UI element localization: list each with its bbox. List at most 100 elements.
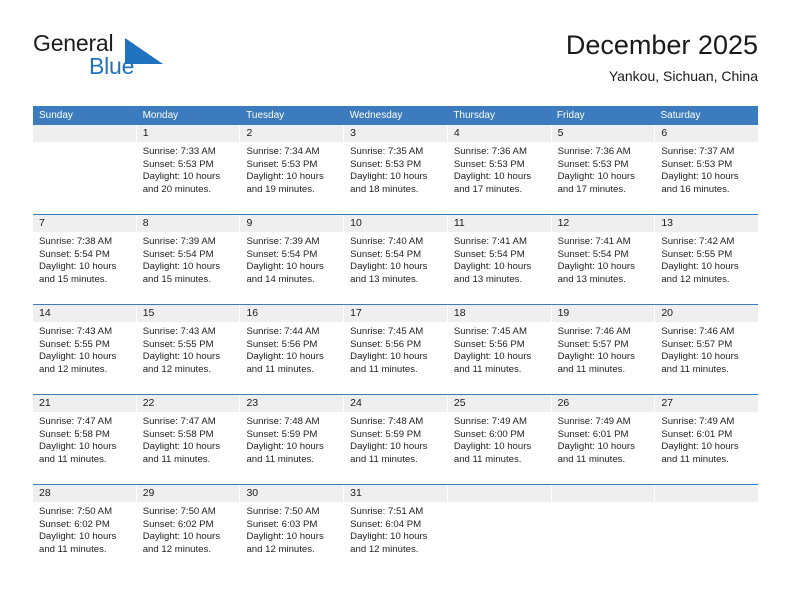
- daylight-text: Daylight: 10 hours: [453, 351, 532, 363]
- calendar-day-cell-10[interactable]: 10 Sunrise: 7:40 AM Sunset: 5:54 PM Dayligh…: [344, 215, 448, 304]
- daylight-text: Daylight: 10 hours: [39, 351, 117, 363]
- sunset-text: Sunset: 5:56 PM: [453, 338, 525, 350]
- day-details: Sunrise: 7:46 AM Sunset: 5:57 PM Daylight:…: [655, 322, 759, 394]
- daylight-text: Daylight: 10 hours: [350, 531, 428, 543]
- daylight-text: and 20 minutes.: [142, 183, 211, 195]
- sunrise-text: Sunrise: 7:34 AM: [246, 146, 320, 157]
- sunrise-text: Sunrise: 7:47 AM: [39, 416, 113, 427]
- calendar-day-cell-25[interactable]: 25 Sunrise: 7:49 AM Sunset: 6:00 PM Dayligh…: [447, 395, 552, 484]
- daylight-text: Daylight: 10 hours: [246, 171, 324, 183]
- day-details: Sunrise: 7:42 AM Sunset: 5:55 PM Daylight:…: [655, 232, 759, 304]
- daylight-text: Daylight: 10 hours: [661, 261, 739, 273]
- general-blue-logo[interactable]: General Blue: [33, 32, 273, 94]
- daylight-text: Daylight: 10 hours: [246, 531, 324, 543]
- daylight-text: Daylight: 10 hours: [453, 261, 532, 273]
- calendar-day-cell-14[interactable]: 14 Sunrise: 7:43 AM Sunset: 5:55 PM Dayligh…: [33, 305, 137, 394]
- calendar-day-cell-7[interactable]: 7 Sunrise: 7:38 AM Sunset: 5:54 PM Daylight…: [33, 215, 137, 304]
- sunrise-text: Sunrise: 7:35 AM: [350, 146, 424, 157]
- day-details: Sunrise: 7:36 AM Sunset: 5:53 PM Daylight:…: [551, 142, 655, 214]
- sunset-text: Sunset: 5:54 PM: [557, 248, 629, 260]
- day-number: 11: [447, 215, 551, 232]
- daylight-text: Daylight: 10 hours: [246, 441, 324, 453]
- sunset-text: Sunset: 5:56 PM: [246, 338, 318, 350]
- calendar-day-cell-empty: [551, 485, 656, 574]
- day-number: 30: [240, 485, 344, 502]
- calendar-day-cell-18[interactable]: 18 Sunrise: 7:45 AM Sunset: 5:56 PM Dayligh…: [447, 305, 552, 394]
- sunset-text: Sunset: 5:53 PM: [142, 158, 214, 170]
- weekday-header-row: Sunday Monday Tuesday Wednesday Thursday Frid…: [33, 106, 758, 125]
- daylight-text: and 17 minutes.: [557, 183, 626, 195]
- calendar-day-cell-29[interactable]: 29 Sunrise: 7:50 AM Sunset: 6:02 PM Dayligh…: [136, 485, 241, 574]
- sunset-text: Sunset: 6:04 PM: [350, 518, 422, 530]
- calendar-day-cell-24[interactable]: 24 Sunrise: 7:48 AM Sunset: 5:59 PM Dayligh…: [344, 395, 448, 484]
- day-details: Sunrise: 7:38 AM Sunset: 5:54 PM Daylight:…: [33, 232, 136, 304]
- calendar-day-cell-31[interactable]: 31 Sunrise: 7:51 AM Sunset: 6:04 PM Dayligh…: [344, 485, 448, 574]
- calendar-day-cell-11[interactable]: 11 Sunrise: 7:41 AM Sunset: 5:54 PM Dayligh…: [447, 215, 552, 304]
- calendar-day-cell-1[interactable]: 1 Sunrise: 7:33 AM Sunset: 5:53 PM Daylight…: [136, 125, 241, 214]
- logo-text-general: General: [33, 30, 114, 56]
- daylight-text: and 11 minutes.: [246, 363, 314, 375]
- day-details: Sunrise: 7:46 AM Sunset: 5:57 PM Daylight:…: [551, 322, 655, 394]
- sunset-text: Sunset: 6:02 PM: [142, 518, 214, 530]
- daylight-text: and 11 minutes.: [557, 453, 626, 465]
- calendar-day-cell-21[interactable]: 21 Sunrise: 7:47 AM Sunset: 5:58 PM Dayligh…: [33, 395, 137, 484]
- calendar-day-cell-19[interactable]: 19 Sunrise: 7:46 AM Sunset: 5:57 PM Dayligh…: [551, 305, 656, 394]
- sunrise-text: Sunrise: 7:41 AM: [557, 236, 631, 247]
- calendar-day-cell-17[interactable]: 17 Sunrise: 7:45 AM Sunset: 5:56 PM Dayligh…: [344, 305, 448, 394]
- calendar-day-cell-15[interactable]: 15 Sunrise: 7:43 AM Sunset: 5:55 PM Dayligh…: [136, 305, 241, 394]
- sunset-text: Sunset: 6:01 PM: [557, 428, 629, 440]
- calendar-day-cell-30[interactable]: 30 Sunrise: 7:50 AM Sunset: 6:03 PM Dayligh…: [240, 485, 345, 574]
- calendar-day-cell-5[interactable]: 5 Sunrise: 7:36 AM Sunset: 5:53 PM Daylight…: [551, 125, 656, 214]
- daylight-text: Daylight: 10 hours: [350, 171, 428, 183]
- calendar-day-cell-22[interactable]: 22 Sunrise: 7:47 AM Sunset: 5:58 PM Dayligh…: [136, 395, 241, 484]
- sunset-text: Sunset: 5:57 PM: [661, 338, 733, 350]
- calendar-day-cell-2[interactable]: 2 Sunrise: 7:34 AM Sunset: 5:53 PM Daylight…: [240, 125, 345, 214]
- weekday-header-friday: Friday: [556, 110, 585, 121]
- day-details: Sunrise: 7:43 AM Sunset: 5:55 PM Daylight:…: [136, 322, 240, 394]
- sunset-text: Sunset: 5:54 PM: [453, 248, 525, 260]
- daylight-text: and 12 minutes.: [350, 543, 419, 555]
- day-number: 7: [33, 215, 136, 232]
- calendar-day-cell-26[interactable]: 26 Sunrise: 7:49 AM Sunset: 6:01 PM Dayligh…: [551, 395, 656, 484]
- sunset-text: Sunset: 5:55 PM: [142, 338, 214, 350]
- calendar-day-cell-empty: [655, 485, 759, 574]
- daylight-text: and 11 minutes.: [142, 453, 211, 465]
- daylight-text: and 11 minutes.: [39, 543, 107, 555]
- daylight-text: Daylight: 10 hours: [142, 441, 221, 453]
- calendar-day-cell-6[interactable]: 6 Sunrise: 7:37 AM Sunset: 5:53 PM Daylight…: [655, 125, 759, 214]
- calendar-week-row: 14 Sunrise: 7:43 AM Sunset: 5:55 PM Dayligh…: [33, 304, 759, 394]
- daylight-text: and 11 minutes.: [661, 363, 729, 375]
- daylight-text: and 11 minutes.: [661, 453, 729, 465]
- page-subtitle: Yankou, Sichuan, China: [608, 68, 758, 85]
- calendar-day-cell-28[interactable]: 28 Sunrise: 7:50 AM Sunset: 6:02 PM Dayligh…: [33, 485, 137, 574]
- daylight-text: Daylight: 10 hours: [557, 441, 635, 453]
- day-details: Sunrise: 7:49 AM Sunset: 6:01 PM Daylight:…: [655, 412, 759, 484]
- calendar-day-cell-empty: [33, 125, 137, 214]
- daylight-text: and 14 minutes.: [246, 273, 315, 285]
- calendar-day-cell-27[interactable]: 27 Sunrise: 7:49 AM Sunset: 6:01 PM Dayligh…: [655, 395, 759, 484]
- sunset-text: Sunset: 6:03 PM: [246, 518, 318, 530]
- calendar-day-cell-20[interactable]: 20 Sunrise: 7:46 AM Sunset: 5:57 PM Dayligh…: [655, 305, 759, 394]
- day-number: 23: [240, 395, 344, 412]
- calendar-day-cell-23[interactable]: 23 Sunrise: 7:48 AM Sunset: 5:59 PM Dayligh…: [240, 395, 345, 484]
- calendar-day-cell-8[interactable]: 8 Sunrise: 7:39 AM Sunset: 5:54 PM Daylight…: [136, 215, 241, 304]
- calendar-week-row: 21 Sunrise: 7:47 AM Sunset: 5:58 PM Dayligh…: [33, 394, 759, 484]
- sunrise-text: Sunrise: 7:40 AM: [350, 236, 424, 247]
- daylight-text: and 11 minutes.: [350, 453, 418, 465]
- calendar-day-cell-4[interactable]: 4 Sunrise: 7:36 AM Sunset: 5:53 PM Daylight…: [447, 125, 552, 214]
- day-number: 15: [136, 305, 240, 322]
- day-number: [33, 125, 136, 142]
- daylight-text: and 11 minutes.: [453, 453, 522, 465]
- daylight-text: and 13 minutes.: [453, 273, 523, 285]
- calendar-day-cell-13[interactable]: 13 Sunrise: 7:42 AM Sunset: 5:55 PM Dayligh…: [655, 215, 759, 304]
- daylight-text: and 11 minutes.: [246, 453, 314, 465]
- calendar-day-cell-16[interactable]: 16 Sunrise: 7:44 AM Sunset: 5:56 PM Dayligh…: [240, 305, 345, 394]
- calendar-day-cell-9[interactable]: 9 Sunrise: 7:39 AM Sunset: 5:54 PM Daylight…: [240, 215, 345, 304]
- day-number: 27: [655, 395, 759, 412]
- calendar-day-cell-12[interactable]: 12 Sunrise: 7:41 AM Sunset: 5:54 PM Dayligh…: [551, 215, 656, 304]
- day-number: 19: [551, 305, 655, 322]
- calendar-day-cell-3[interactable]: 3 Sunrise: 7:35 AM Sunset: 5:53 PM Daylight…: [344, 125, 448, 214]
- day-number: 2: [240, 125, 344, 142]
- sunrise-text: Sunrise: 7:42 AM: [661, 236, 735, 247]
- sunrise-text: Sunrise: 7:36 AM: [453, 146, 527, 157]
